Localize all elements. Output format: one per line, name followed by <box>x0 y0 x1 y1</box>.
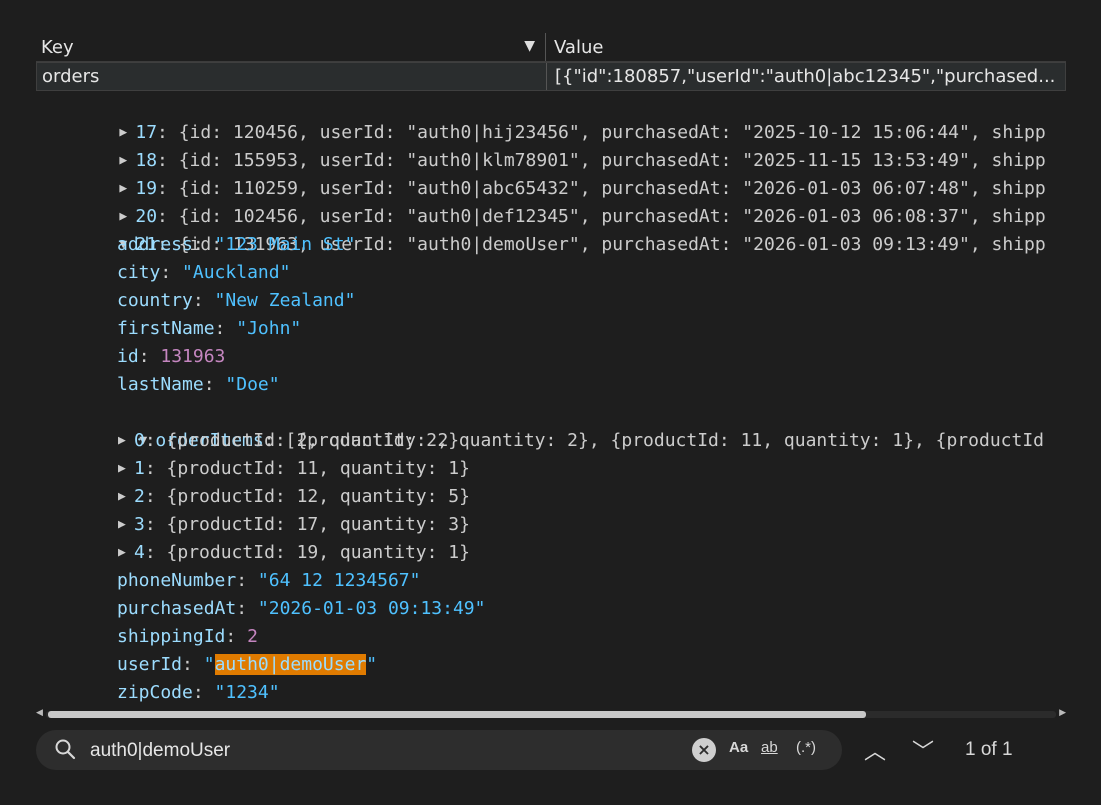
find-input[interactable] <box>88 736 652 766</box>
chevron-up-icon[interactable]: ︿ <box>864 734 886 766</box>
column-header-key[interactable]: Key ▼ <box>36 33 545 61</box>
tree-node-item[interactable]: ▶ 1: {productId: 11, quantity: 1} <box>118 455 470 483</box>
tree-field: firstName: "John" <box>117 318 302 339</box>
tree-node-item[interactable]: ▶ 3: {productId: 17, quantity: 3} <box>118 511 470 539</box>
match-count: 1 of 1 <box>965 739 1013 760</box>
tree-field: id: 131963 <box>117 346 226 367</box>
sort-desc-icon[interactable]: ▼ <box>524 38 535 54</box>
tree-node-item[interactable]: ▶ 0: {productId: 2, quantity: 2} <box>118 427 459 455</box>
tree-node-order[interactable]: ▶ 19: {id: 110259, userId: "auth0|abc6543… <box>76 147 1045 199</box>
row-key: orders <box>42 66 100 87</box>
chevron-right-icon[interactable]: ▶ <box>118 427 134 455</box>
chevron-right-icon[interactable]: ▶ <box>118 455 134 483</box>
tree-field: phoneNumber: "64 12 1234567" <box>117 570 421 591</box>
tree-node-order[interactable]: ▶ 20: {id: 102456, userId: "auth0|def1234… <box>76 175 1045 227</box>
match-case-toggle[interactable]: Aa <box>729 739 748 756</box>
clear-icon[interactable]: × <box>692 738 716 762</box>
row-value: [{"id":180857,"userId":"auth0|abc12345",… <box>546 63 1065 90</box>
column-header-value-label: Value <box>554 36 604 58</box>
find-bar: × Aa ab (.*) <box>36 730 842 770</box>
tree-node-order[interactable]: ▶ 17: {id: 120456, userId: "auth0|hij2345… <box>76 91 1045 143</box>
scroll-left-icon[interactable]: ◀ <box>36 708 43 718</box>
chevron-right-icon[interactable]: ▶ <box>118 511 134 539</box>
tree-field-user-id: userId: "auth0|demoUser" <box>117 654 378 675</box>
tree-field: city: "Auckland" <box>117 262 291 283</box>
horizontal-scrollbar[interactable]: ◀ ▶ <box>36 708 1066 720</box>
json-tree-view: ▶ 17: {id: 120456, userId: "auth0|hij2345… <box>36 91 1066 705</box>
chevron-down-icon[interactable]: ﹀ <box>912 734 934 766</box>
search-match-highlight: auth0|demoUser <box>214 654 367 675</box>
regex-toggle[interactable]: (.*) <box>796 739 816 756</box>
tree-field: country: "New Zealand" <box>117 290 356 311</box>
tree-field: lastName: "Doe" <box>117 374 280 395</box>
table-header: Key ▼ Value <box>36 33 1066 62</box>
chevron-right-icon[interactable]: ▶ <box>118 539 134 567</box>
tree-field: purchasedAt: "2026-01-03 09:13:49" <box>117 598 486 619</box>
tree-node-order-expanded[interactable]: ▼ 21: {id: 131963, userId: "auth0|demoUse… <box>76 203 1045 255</box>
tree-field: address: "123 Main St" <box>117 234 356 255</box>
tree-node-item[interactable]: ▶ 4: {productId: 19, quantity: 1} <box>118 539 470 567</box>
scrollbar-thumb[interactable] <box>48 711 866 718</box>
table-row[interactable]: orders [{"id":180857,"userId":"auth0|abc… <box>36 62 1066 91</box>
column-header-value[interactable]: Value <box>545 33 1066 61</box>
search-icon <box>55 739 76 760</box>
tree-node-order[interactable]: ▶ 18: {id: 155953, userId: "auth0|klm7890… <box>76 119 1045 171</box>
column-header-key-label: Key <box>41 36 74 58</box>
tree-node-item[interactable]: ▶ 2: {productId: 12, quantity: 5} <box>118 483 470 511</box>
scroll-right-icon[interactable]: ▶ <box>1059 708 1066 718</box>
tree-field: shippingId: 2 <box>117 626 258 647</box>
chevron-right-icon[interactable]: ▶ <box>118 483 134 511</box>
match-whole-word-toggle[interactable]: ab <box>761 739 778 756</box>
tree-node-order-items[interactable]: ▼ orderItems: [{productId: 2, quantity: 2… <box>96 399 1044 451</box>
tree-field: zipCode: "1234" <box>117 682 280 703</box>
